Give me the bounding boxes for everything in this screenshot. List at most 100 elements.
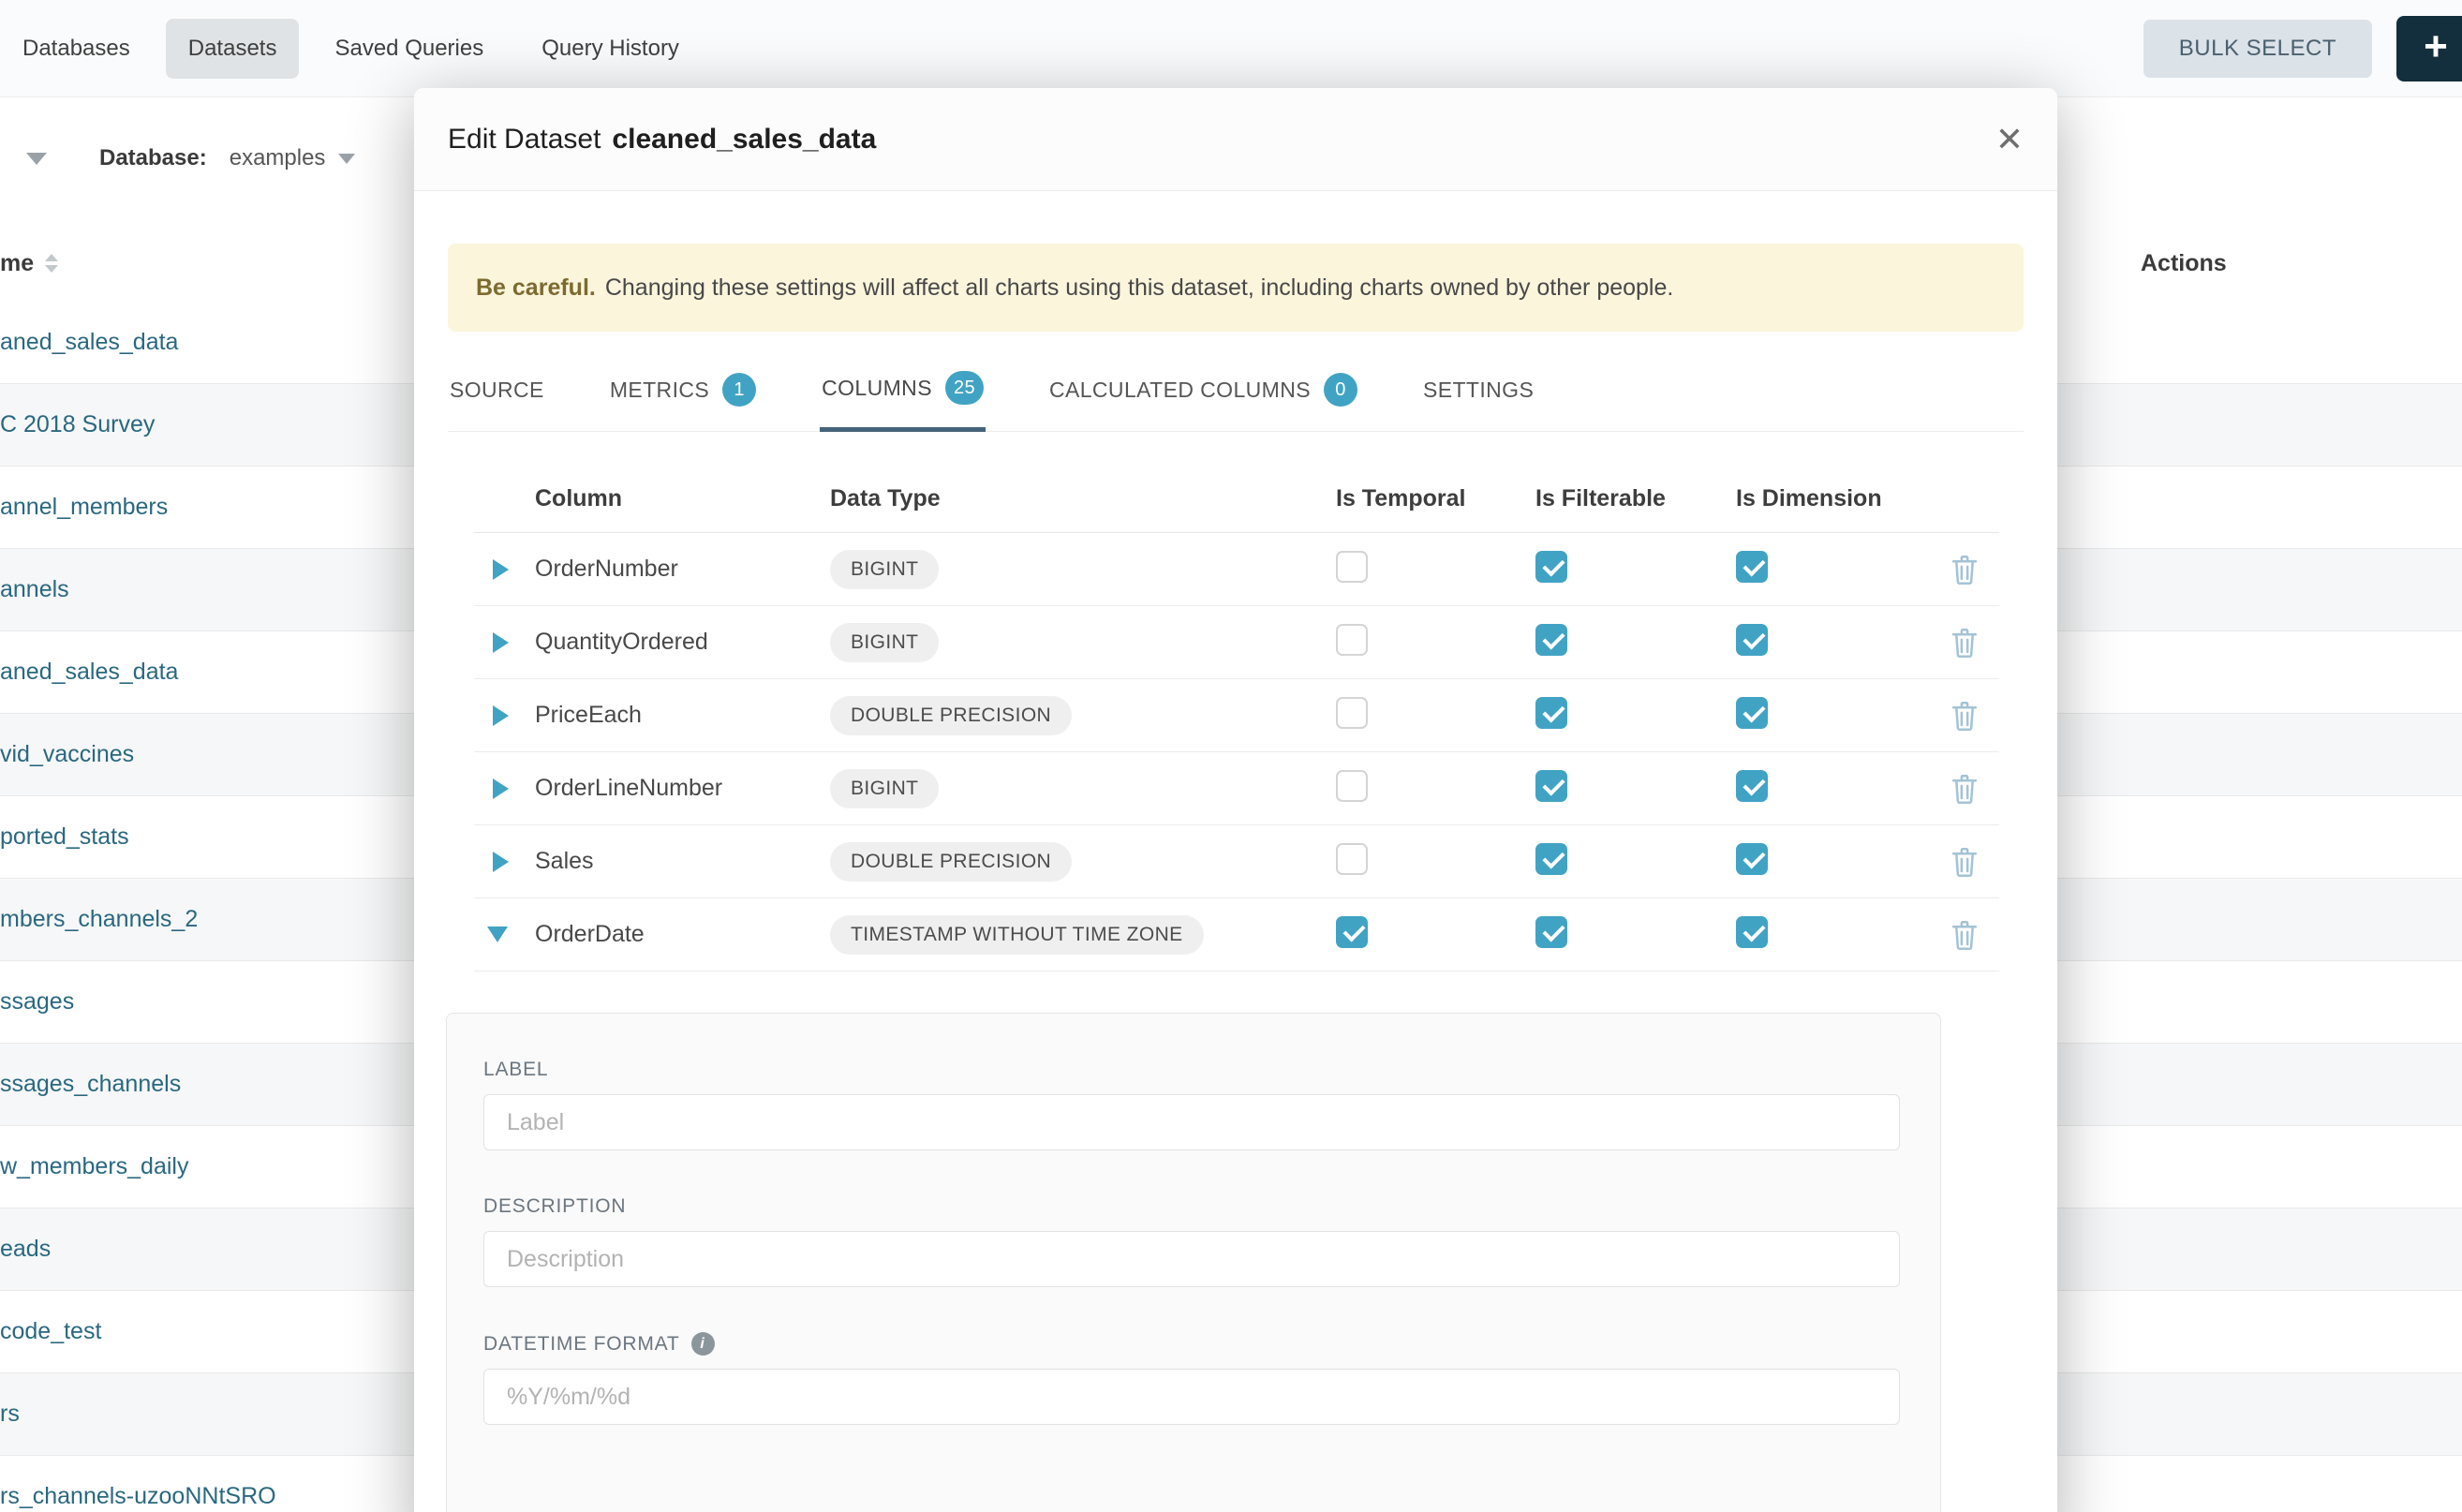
sort-icon[interactable] xyxy=(45,254,58,273)
description-input[interactable] xyxy=(483,1231,1900,1287)
bulk-select-button[interactable]: BULK SELECT xyxy=(2143,20,2372,78)
label-input[interactable] xyxy=(483,1094,1900,1150)
modal-tab[interactable]: CALCULATED COLUMNS 0 xyxy=(1047,362,1359,431)
name-column-header[interactable]: me xyxy=(0,250,58,277)
dataset-link[interactable]: ssages xyxy=(0,988,74,1015)
is-dimension-checkbox[interactable] xyxy=(1736,697,1768,729)
database-filter-label: Database: xyxy=(99,145,207,171)
data-type-pill: BIGINT xyxy=(830,769,939,808)
expand-caret-icon[interactable] xyxy=(493,778,509,799)
column-name: OrderNumber xyxy=(535,556,830,583)
dataset-link[interactable]: annels xyxy=(0,576,69,603)
is-filterable-checkbox[interactable] xyxy=(1535,551,1567,583)
dataset-link[interactable]: code_test xyxy=(0,1318,101,1345)
is-temporal-checkbox[interactable] xyxy=(1336,770,1368,802)
is-dimension-checkbox[interactable] xyxy=(1736,770,1768,802)
dataset-link[interactable]: C 2018 Survey xyxy=(0,411,155,438)
label-field-label: LABEL xyxy=(483,1059,1898,1081)
dataset-link[interactable]: vid_vaccines xyxy=(0,741,134,768)
nav-tab-datasets[interactable]: Datasets xyxy=(166,19,300,79)
data-type-pill: BIGINT xyxy=(830,623,939,662)
trash-icon xyxy=(1950,919,1979,951)
database-filter-caret-icon[interactable] xyxy=(338,154,355,164)
expand-caret-icon[interactable] xyxy=(493,559,509,580)
nav-tab-saved-queries[interactable]: Saved Queries xyxy=(312,19,506,79)
column-row: OrderLineNumber BIGINT xyxy=(474,752,1999,825)
info-icon[interactable]: i xyxy=(691,1332,715,1356)
modal-tab[interactable]: SETTINGS xyxy=(1421,362,1535,431)
trash-icon xyxy=(1950,627,1979,659)
dataset-link[interactable]: w_members_daily xyxy=(0,1153,188,1180)
is-temporal-checkbox[interactable] xyxy=(1336,624,1368,656)
is-dimension-checkbox[interactable] xyxy=(1736,624,1768,656)
modal-tab-label: METRICS xyxy=(610,378,709,403)
warning-bold-text: Be careful. xyxy=(476,274,596,302)
dataset-link[interactable]: aned_sales_data xyxy=(0,659,178,686)
modal-tab[interactable]: SOURCE xyxy=(448,362,546,431)
is-filterable-checkbox[interactable] xyxy=(1535,697,1567,729)
trash-icon xyxy=(1950,846,1979,878)
description-field-label-text: DESCRIPTION xyxy=(483,1195,626,1218)
dataset-link[interactable]: ported_stats xyxy=(0,823,129,851)
dataset-link[interactable]: mbers_channels_2 xyxy=(0,906,198,933)
expand-caret-icon[interactable] xyxy=(487,926,508,942)
label-field-label-text: LABEL xyxy=(483,1059,548,1081)
is-temporal-checkbox[interactable] xyxy=(1336,697,1368,729)
modal-body: Be careful. Changing these settings will… xyxy=(414,244,2057,1512)
top-navbar: Databases Datasets Saved Queries Query H… xyxy=(0,0,2462,97)
modal-tab[interactable]: METRICS 1 xyxy=(608,362,758,431)
modal-dataset-name: cleaned_sales_data xyxy=(612,124,876,155)
edit-dataset-modal: Edit Dataset cleaned_sales_data ✕ Be care… xyxy=(414,88,2057,1512)
dataset-link[interactable]: ssages_channels xyxy=(0,1071,181,1098)
nav-tab-query-history[interactable]: Query History xyxy=(519,19,702,79)
is-temporal-checkbox[interactable] xyxy=(1336,551,1368,583)
is-dimension-checkbox[interactable] xyxy=(1736,843,1768,875)
dataset-link[interactable]: eads xyxy=(0,1236,51,1263)
filter-dropdown-caret-icon[interactable] xyxy=(26,153,47,165)
close-modal-button[interactable]: ✕ xyxy=(1995,123,2024,156)
is-temporal-checkbox[interactable] xyxy=(1336,916,1368,948)
header-is-temporal: Is Temporal xyxy=(1336,485,1535,512)
is-dimension-checkbox[interactable] xyxy=(1736,551,1768,583)
add-dataset-button[interactable]: + xyxy=(2396,16,2462,82)
is-filterable-checkbox[interactable] xyxy=(1535,843,1567,875)
expand-caret-icon[interactable] xyxy=(493,705,509,726)
dataset-link[interactable]: rs_channels-uzooNNtSRO xyxy=(0,1483,276,1510)
name-header-label: me xyxy=(0,250,34,277)
delete-column-button[interactable] xyxy=(1950,773,1979,805)
is-temporal-checkbox[interactable] xyxy=(1336,843,1368,875)
data-type-pill: BIGINT xyxy=(830,550,939,589)
datetime-format-field-label: DATETIME FORMAT i xyxy=(483,1332,1898,1356)
dataset-link[interactable]: aned_sales_data xyxy=(0,329,178,356)
dataset-link[interactable]: annel_members xyxy=(0,494,168,521)
modal-tab[interactable]: COLUMNS 25 xyxy=(820,362,986,432)
expand-caret-icon[interactable] xyxy=(493,632,509,653)
trash-icon xyxy=(1950,700,1979,732)
delete-column-button[interactable] xyxy=(1950,846,1979,878)
trash-icon xyxy=(1950,554,1979,586)
warning-banner: Be careful. Changing these settings will… xyxy=(448,244,2024,332)
tab-count-badge: 1 xyxy=(722,373,756,407)
dataset-link[interactable]: rs xyxy=(0,1401,20,1428)
delete-column-button[interactable] xyxy=(1950,700,1979,732)
is-filterable-checkbox[interactable] xyxy=(1535,624,1567,656)
modal-title: Edit Dataset cleaned_sales_data xyxy=(448,124,876,156)
column-name: QuantityOrdered xyxy=(535,629,830,656)
modal-title-prefix: Edit Dataset xyxy=(448,124,601,155)
datetime-format-input[interactable] xyxy=(483,1369,1900,1425)
delete-column-button[interactable] xyxy=(1950,919,1979,951)
header-column: Column xyxy=(535,485,830,512)
delete-column-button[interactable] xyxy=(1950,554,1979,586)
database-filter-value[interactable]: examples xyxy=(230,145,326,171)
expand-caret-icon[interactable] xyxy=(493,852,509,872)
modal-tab-label: COLUMNS xyxy=(822,376,932,401)
nav-tab-databases[interactable]: Databases xyxy=(0,19,153,79)
delete-column-button[interactable] xyxy=(1950,627,1979,659)
is-filterable-checkbox[interactable] xyxy=(1535,916,1567,948)
header-is-dimension: Is Dimension xyxy=(1736,485,1930,512)
is-dimension-checkbox[interactable] xyxy=(1736,916,1768,948)
modal-tab-label: SETTINGS xyxy=(1423,378,1534,403)
column-name: Sales xyxy=(535,848,830,875)
header-data-type: Data Type xyxy=(830,485,1336,512)
is-filterable-checkbox[interactable] xyxy=(1535,770,1567,802)
